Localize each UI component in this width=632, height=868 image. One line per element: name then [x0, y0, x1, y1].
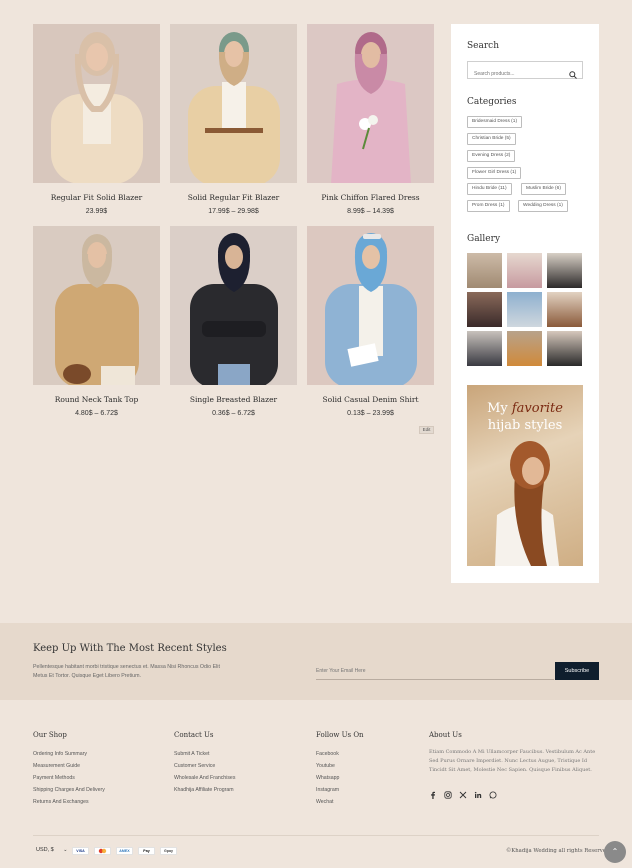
gallery-image[interactable] [467, 292, 502, 327]
search-icon[interactable] [569, 66, 577, 79]
promo-line-2: hijab styles [487, 418, 563, 433]
product-name[interactable]: Solid Casual Denim Shirt [307, 395, 434, 404]
x-icon[interactable] [459, 786, 467, 799]
category-tag[interactable]: Bridesmaid Dress (1) [467, 116, 523, 128]
footer-heading: Our Shop [33, 731, 67, 739]
subscribe-button[interactable]: Subscribe [555, 662, 599, 680]
footer-divider [33, 835, 599, 836]
gallery-image[interactable] [507, 331, 542, 366]
promo-banner[interactable]: My favorite hijab styles [467, 385, 583, 566]
product-image[interactable] [33, 24, 160, 183]
product-image[interactable] [307, 24, 434, 183]
product-image[interactable] [170, 226, 297, 385]
gallery-image[interactable] [547, 292, 582, 327]
product-price: 0.13$ – 23.99$ [347, 410, 394, 417]
product-name[interactable]: Round Neck Tank Top [33, 395, 160, 404]
category-tag[interactable]: Wedding Dress (1) [518, 200, 568, 212]
product-image[interactable] [170, 24, 297, 183]
product-price: 0.36$ – 6.72$ [212, 410, 255, 417]
amex-icon: AMEX [116, 847, 133, 855]
category-tag[interactable]: Hindu Bride (11) [467, 183, 512, 195]
about-text: Etiam Commodo A Mi Ullamcorper Faucibus.… [429, 749, 596, 773]
product-card[interactable]: Regular Fit Solid Blazer 23.99$ [33, 24, 160, 215]
category-tag[interactable]: Evening Dress (2) [467, 150, 516, 162]
chevron-up-icon: ⌃ [611, 847, 619, 856]
category-tag[interactable]: Muslim Bride (6) [521, 183, 566, 195]
product-image[interactable] [33, 226, 160, 385]
google-pay-icon: Gpay [160, 847, 177, 855]
footer-link[interactable]: Youtube [316, 760, 364, 772]
whatsapp-icon[interactable] [489, 786, 497, 799]
product-price: 17.99$ – 29.98$ [208, 208, 259, 215]
category-tag[interactable]: Prom Dress (1) [467, 200, 510, 212]
linkedin-icon[interactable] [474, 786, 482, 798]
footer-link[interactable]: Measurement Guide [33, 760, 105, 772]
product-price: 23.99$ [85, 208, 108, 215]
gallery-image[interactable] [467, 331, 502, 366]
footer-link[interactable]: Instagram [316, 784, 364, 796]
footer-follow-us: Follow Us On Facebook Youtube Whatsapp I… [316, 731, 364, 808]
search-title: Search [467, 41, 499, 51]
footer-about-us: About Us Etiam Commodo A Mi Ullamcorper … [429, 731, 601, 775]
product-card[interactable]: Solid Regular Fit Blazer 17.99$ – 29.98$ [170, 24, 297, 215]
gallery-title: Gallery [467, 234, 501, 244]
footer-link[interactable]: Customer Service [174, 760, 235, 772]
chevron-down-icon: ⌄ [63, 847, 68, 853]
footer-heading: About Us [429, 731, 462, 739]
email-input[interactable] [316, 662, 554, 680]
newsletter-title: Keep Up With The Most Recent Styles [33, 643, 227, 654]
footer-link[interactable]: Shipping Charges And Delivery [33, 784, 105, 796]
footer-link[interactable]: Facebook [316, 748, 364, 760]
newsletter-description: Pellentesque habitant morbi tristique se… [33, 664, 220, 679]
footer-link[interactable]: Ordering Info Summary [33, 748, 105, 760]
sidebar: Search Categories Bridesmaid Dress (1) C… [451, 24, 599, 583]
edit-button[interactable]: Edit [419, 426, 434, 434]
gallery-image[interactable] [547, 253, 582, 288]
mastercard-icon [94, 847, 111, 855]
visa-icon: VISA [72, 847, 89, 855]
footer-heading: Contact Us [174, 731, 214, 739]
category-tag[interactable]: Christian Bride (5) [467, 133, 516, 145]
category-tag[interactable]: Flower Girl Dress (1) [467, 167, 522, 179]
footer-contact-us: Contact Us Submit A Ticket Customer Serv… [174, 731, 235, 796]
product-name[interactable]: Regular Fit Solid Blazer [33, 193, 160, 202]
facebook-icon[interactable] [429, 786, 437, 799]
footer-heading: Follow Us On [316, 731, 364, 739]
footer-link[interactable]: Submit A Ticket [174, 748, 235, 760]
footer-link[interactable]: Wechat [316, 796, 364, 808]
footer-our-shop: Our Shop Ordering Info Summary Measureme… [33, 731, 105, 808]
search-box [467, 61, 583, 82]
gallery-image[interactable] [507, 253, 542, 288]
product-card[interactable]: Pink Chiffon Flared Dress 8.99$ – 14.39$ [307, 24, 434, 215]
product-price: 8.99$ – 14.39$ [347, 208, 394, 215]
product-name[interactable]: Solid Regular Fit Blazer [170, 193, 297, 202]
footer-link[interactable]: Wholesale And Franchises [174, 772, 235, 784]
footer-link[interactable]: Khadhija Affiliate Program [174, 784, 235, 796]
gallery-image[interactable] [507, 292, 542, 327]
currency-selector[interactable]: USD, $ ⌄ [36, 847, 67, 853]
product-card[interactable]: Single Breasted Blazer 0.36$ – 6.72$ [170, 226, 297, 417]
product-card[interactable]: Solid Casual Denim Shirt 0.13$ – 23.99$ [307, 226, 434, 417]
promo-line-1: My favorite [487, 401, 563, 416]
gallery-image[interactable] [467, 253, 502, 288]
product-card[interactable]: Round Neck Tank Top 4.80$ – 6.72$ [33, 226, 160, 417]
product-name[interactable]: Single Breasted Blazer [170, 395, 297, 404]
product-image[interactable] [307, 226, 434, 385]
scroll-to-top-button[interactable]: ⌃ [604, 841, 626, 863]
apple-pay-icon: Pay [138, 847, 155, 855]
instagram-icon[interactable] [444, 786, 452, 799]
footer-link[interactable]: Whatsapp [316, 772, 364, 784]
copyright-text: ©Khadija Wedding all rights Reserved [506, 848, 610, 854]
search-input[interactable] [468, 66, 563, 82]
gallery-image[interactable] [547, 331, 582, 366]
product-price: 4.80$ – 6.72$ [75, 410, 118, 417]
footer-link[interactable]: Payment Methods [33, 772, 105, 784]
categories-title: Categories [467, 97, 517, 107]
product-name[interactable]: Pink Chiffon Flared Dress [307, 193, 434, 202]
footer-link[interactable]: Returns And Exchanges [33, 796, 105, 808]
